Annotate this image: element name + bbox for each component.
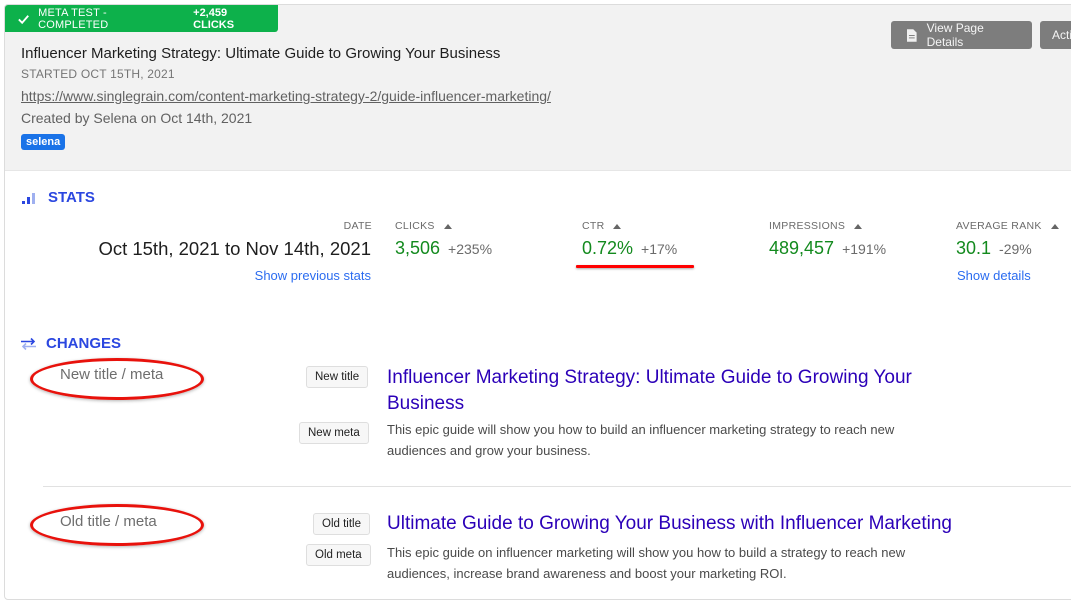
stats-title-text: STATS	[48, 189, 95, 206]
new-meta-pill: New meta	[299, 422, 369, 444]
average-rank-value: 30.1	[956, 238, 992, 258]
clicks-gain-badge: +2,459 CLICKS	[193, 6, 235, 31]
impressions-value: 489,457	[769, 238, 835, 258]
bar-chart-icon	[22, 192, 35, 204]
old-title-pill: Old title	[313, 513, 370, 535]
old-serp-title[interactable]: Ultimate Guide to Growing Your Business …	[387, 511, 1007, 537]
changes-title-text: CHANGES	[46, 335, 122, 352]
status-text: META TEST - COMPLETED	[38, 6, 109, 31]
changes-section-title: CHANGES	[20, 335, 121, 352]
triangle-up-icon	[443, 223, 452, 229]
impressions-label[interactable]: IMPRESSIONS	[769, 220, 863, 232]
test-header: META TEST - COMPLETED +2,459 CLICKS Infl…	[5, 5, 1071, 171]
annotation-ellipse	[30, 358, 204, 400]
stats-section-title: STATS	[21, 189, 95, 206]
ctr-delta: +17%	[641, 241, 678, 257]
view-page-details-label: View Page Details	[926, 21, 984, 49]
new-serp-title[interactable]: Influencer Marketing Strategy: Ultimate …	[387, 365, 962, 417]
triangle-up-icon	[854, 223, 863, 229]
average-rank-delta: -29%	[999, 241, 1032, 257]
document-icon	[907, 28, 917, 42]
status-banner: META TEST - COMPLETED +2,459 CLICKS	[5, 5, 278, 32]
check-icon	[18, 14, 29, 24]
ctr-value: 0.72%	[582, 238, 634, 258]
clicks-value: 3,506	[395, 238, 441, 258]
triangle-up-icon	[613, 223, 622, 229]
triangle-up-icon	[1050, 223, 1059, 229]
clicks-stat: 3,506 +235%	[395, 238, 492, 259]
show-previous-stats-link[interactable]: Show previous stats	[255, 268, 371, 283]
page-title: Influencer Marketing Strategy: Ultimate …	[21, 45, 501, 62]
view-page-details-button[interactable]: View Page Details	[891, 21, 1032, 49]
date-label: DATE	[343, 220, 372, 232]
average-rank-label[interactable]: AVERAGE RANK	[956, 220, 1059, 232]
created-by: Created by Selena on Oct 14th, 2021	[21, 110, 253, 126]
average-rank-label-text: AVERAGE RANK	[956, 220, 1042, 232]
clicks-delta: +235%	[448, 241, 493, 257]
actions-button[interactable]: Actions	[1040, 21, 1071, 49]
average-rank-stat: 30.1 -29%	[956, 238, 1032, 259]
ctr-label-text: CTR	[582, 220, 605, 232]
impressions-delta: +191%	[842, 241, 887, 257]
ctr-highlight-underline	[576, 265, 694, 268]
impressions-stat: 489,457 +191%	[769, 238, 886, 259]
user-tag[interactable]: selena	[21, 134, 66, 150]
row-divider	[43, 486, 1071, 487]
clicks-label[interactable]: CLICKS	[395, 220, 452, 232]
show-details-link[interactable]: Show details	[957, 268, 1031, 283]
annotation-ellipse	[30, 504, 204, 546]
ctr-stat: 0.72% +17%	[582, 238, 677, 259]
impressions-label-text: IMPRESSIONS	[769, 220, 846, 232]
old-serp-description: This epic guide on influencer marketing …	[387, 545, 906, 581]
meta-test-card: META TEST - COMPLETED +2,459 CLICKS Infl…	[4, 4, 1071, 600]
actions-label: Actions	[1052, 28, 1071, 42]
new-serp-description: This epic guide will show you how to bui…	[387, 422, 895, 458]
clicks-label-text: CLICKS	[395, 220, 435, 232]
page-url-link[interactable]: https://www.singlegrain.com/content-mark…	[21, 88, 551, 104]
date-range: Oct 15th, 2021 to Nov 14th, 2021	[98, 238, 371, 259]
new-title-pill: New title	[306, 366, 369, 388]
old-meta-pill: Old meta	[306, 544, 371, 566]
swap-arrows-icon	[21, 337, 36, 350]
ctr-label[interactable]: CTR	[582, 220, 622, 232]
started-date: STARTED OCT 15TH, 2021	[21, 67, 175, 81]
